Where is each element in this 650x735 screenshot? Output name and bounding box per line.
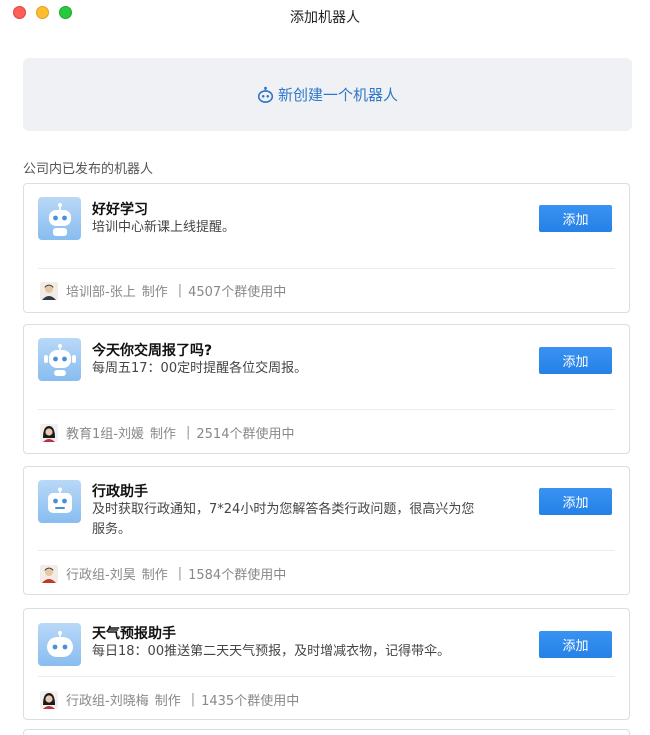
author-name: 行政组-刘晓梅 [66,694,149,709]
robot-avatar-icon [38,480,81,523]
add-robot-button[interactable]: 添加 [539,488,612,515]
robot-meta: 培训部-张上 制作 | 4507个群使用中 [40,281,286,300]
meta-separator: | [190,692,196,707]
robot-name: 行政助手 [92,484,148,500]
author-name: 培训部-张上 [66,285,136,300]
usage-count: 1584个群使用中 [188,568,287,583]
robot-name: 今天你交周报了吗? [92,343,213,359]
robot-icon [257,86,274,103]
robot-card: 好好学习 培训中心新课上线提醒。 添加 培训部-张上 制作 | 4507个群使用… [23,183,630,313]
robot-name: 好好学习 [92,202,148,218]
made-by-label: 制作 [141,285,168,300]
robot-description: 及时获取行政通知，7*24小时为您解答各类行政问题，很高兴为您服务。 [92,502,475,537]
usage-count: 1435个群使用中 [201,694,300,709]
robot-card: 天气预报助手 每日18：00推送第二天天气预报，及时增减衣物，记得带伞。 添加 … [23,608,630,720]
add-robot-button[interactable]: 添加 [539,347,612,374]
made-by-label: 制作 [149,427,176,442]
meta-separator: | [177,283,183,298]
usage-count: 4507个群使用中 [188,285,287,300]
female-user-icon [40,423,58,442]
create-robot-button[interactable]: 新创建一个机器人 [23,58,632,131]
card-divider [38,409,615,410]
card-divider [38,268,615,269]
section-title: 公司内已发布的机器人 [23,162,154,177]
male-user-icon [40,281,58,300]
male-user-icon [40,564,58,583]
card-divider [38,676,615,677]
robot-description: 培训中心新课上线提醒。 [92,220,236,235]
next-robot-card-edge [23,729,630,735]
made-by-label: 制作 [154,694,181,709]
robot-avatar-icon [38,338,81,381]
female-user-icon [40,690,58,709]
robot-card: 行政助手 及时获取行政通知，7*24小时为您解答各类行政问题，很高兴为您服务。 … [23,466,630,595]
robot-name: 天气预报助手 [92,626,176,642]
window-title: 添加机器人 [290,10,360,26]
meta-separator: | [177,566,183,581]
author-name: 教育1组-刘媛 [66,427,144,442]
made-by-label: 制作 [141,568,168,583]
robot-meta: 行政组-刘晓梅 制作 | 1435个群使用中 [40,690,299,709]
meta-separator: | [185,425,191,440]
add-robot-button[interactable]: 添加 [539,631,612,658]
card-divider [38,550,615,551]
robot-avatar-icon [38,623,81,666]
robot-avatar-icon [38,197,81,240]
window-titlebar: 添加机器人 [0,0,650,32]
author-name: 行政组-刘昊 [66,568,136,583]
add-robot-button[interactable]: 添加 [539,205,612,232]
robot-meta: 教育1组-刘媛 制作 | 2514个群使用中 [40,423,294,442]
robot-card: 今天你交周报了吗? 每周五17：00定时提醒各位交周报。 添加 教育1组-刘媛 … [23,324,630,454]
robot-description: 每日18：00推送第二天天气预报，及时增减衣物，记得带伞。 [92,644,451,659]
robot-description: 每周五17：00定时提醒各位交周报。 [92,361,308,376]
robot-meta: 行政组-刘昊 制作 | 1584个群使用中 [40,564,286,583]
create-robot-label: 新创建一个机器人 [277,86,398,104]
usage-count: 2514个群使用中 [196,427,295,442]
